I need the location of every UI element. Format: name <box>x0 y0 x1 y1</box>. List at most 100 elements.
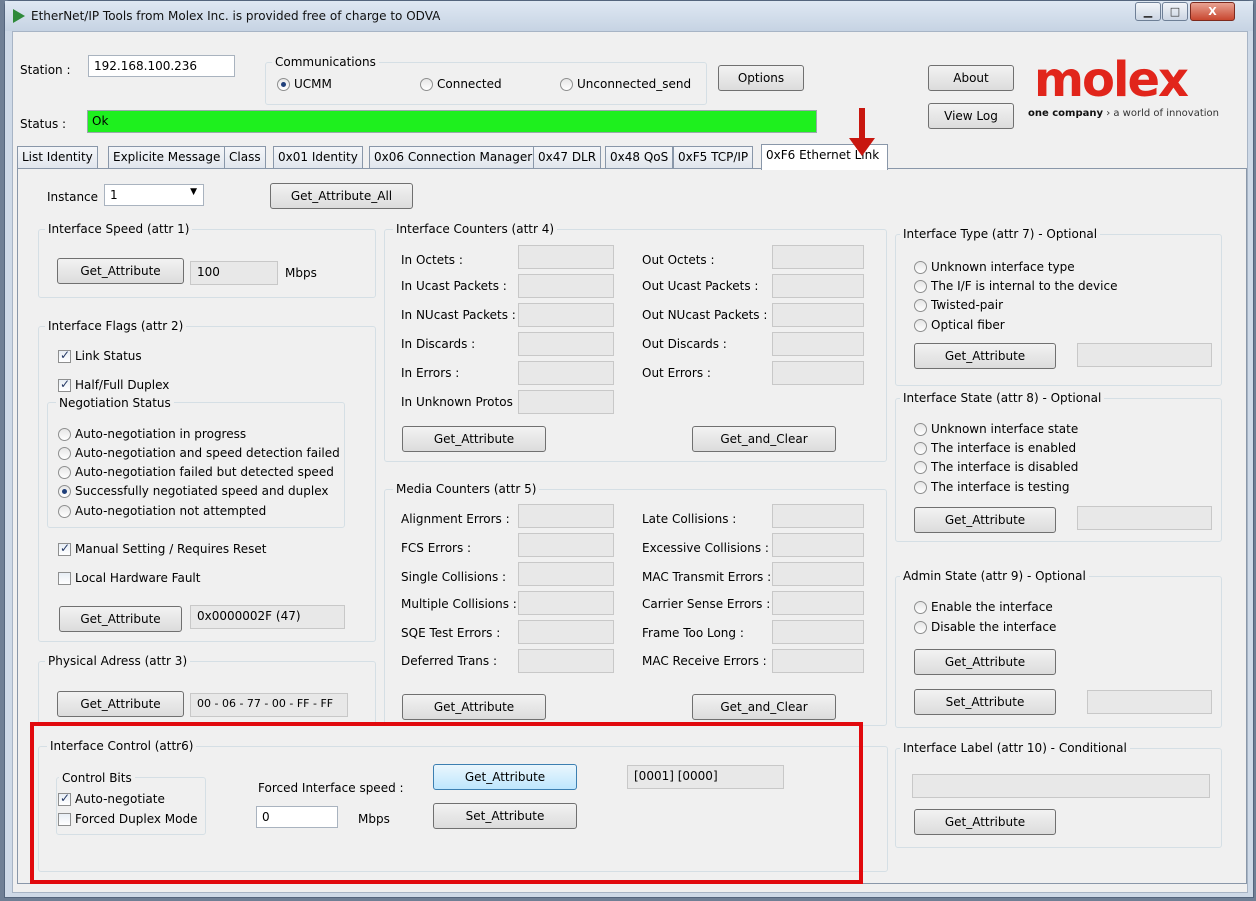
neg-option-3[interactable]: Successfully negotiated speed and duplex <box>58 484 328 498</box>
counter-value <box>772 649 864 673</box>
counter-label: Carrier Sense Errors : <box>642 597 771 611</box>
radio-connected[interactable]: Connected <box>420 77 502 91</box>
tab-class[interactable]: Class <box>224 146 266 168</box>
radio-label: UCMM <box>294 77 332 91</box>
phys-get-attribute-button[interactable]: Get_Attribute <box>57 691 184 717</box>
instance-select[interactable]: 1 ▼ <box>104 184 204 206</box>
type-option-2[interactable]: Twisted-pair <box>914 298 1003 312</box>
radio-label: The interface is testing <box>931 480 1070 494</box>
counter-value <box>518 504 614 528</box>
counter-label: FCS Errors : <box>401 541 472 555</box>
neg-option-1[interactable]: Auto-negotiation and speed detection fai… <box>58 446 340 460</box>
maximize-button[interactable]: □ <box>1162 2 1188 21</box>
radio-icon <box>914 600 927 614</box>
checkbox-label: Half/Full Duplex <box>75 378 170 392</box>
speed-unit: Mbps <box>285 266 317 280</box>
state-option-3[interactable]: The interface is testing <box>914 480 1069 494</box>
counter-label: SQE Test Errors : <box>401 626 501 640</box>
counters-get-and-clear-button[interactable]: Get_and_Clear <box>692 426 836 452</box>
flags-get-attribute-button[interactable]: Get_Attribute <box>59 606 182 632</box>
view-log-button[interactable]: View Log <box>928 103 1014 129</box>
group-title: Interface State (attr 8) - Optional <box>900 391 1105 405</box>
get-attribute-all-button[interactable]: Get_Attribute_All <box>270 183 413 209</box>
tab-list-identity[interactable]: List Identity <box>17 146 98 168</box>
counter-value <box>518 533 614 557</box>
type-option-3[interactable]: Optical fiber <box>914 318 1005 332</box>
radio-unconnected-send[interactable]: Unconnected_send <box>560 77 691 91</box>
duplex-checkbox[interactable]: Half/Full Duplex <box>58 377 170 392</box>
counter-label: In Errors : <box>401 366 460 380</box>
station-label: Station : <box>20 63 71 77</box>
checkbox-icon <box>58 348 71 363</box>
close-button[interactable]: X <box>1190 2 1235 21</box>
tab-qos[interactable]: 0x48 QoS <box>605 146 674 168</box>
counter-label: Frame Too Long : <box>642 626 744 640</box>
group-title: Media Counters (attr 5) <box>393 482 540 496</box>
radio-ucmm[interactable]: UCMM <box>277 77 332 91</box>
label-get-attribute-button[interactable]: Get_Attribute <box>914 809 1056 835</box>
counter-value <box>518 361 614 385</box>
checkbox-label: Local Hardware Fault <box>75 571 201 585</box>
group-title: Physical Adress (attr 3) <box>45 654 191 668</box>
neg-option-0[interactable]: Auto-negotiation in progress <box>58 427 246 441</box>
type-value <box>1077 343 1212 367</box>
options-button[interactable]: Options <box>718 65 804 91</box>
counter-value <box>772 504 864 528</box>
radio-icon <box>58 465 71 479</box>
counter-label: MAC Transmit Errors : <box>642 570 772 584</box>
tab-dlr[interactable]: 0x47 DLR <box>533 146 602 168</box>
media-get-and-clear-button[interactable]: Get_and_Clear <box>692 694 836 720</box>
counter-value <box>772 361 864 385</box>
counter-label: Out Errors : <box>642 366 711 380</box>
speed-value: 100 <box>190 261 278 285</box>
tab-identity[interactable]: 0x01 Identity <box>273 146 363 168</box>
type-get-attribute-button[interactable]: Get_Attribute <box>914 343 1056 369</box>
link-status-checkbox[interactable]: Link Status <box>58 348 142 363</box>
checkbox-icon <box>58 571 71 585</box>
tab-tcp-ip[interactable]: 0xF5 TCP/IP <box>673 146 754 168</box>
tab-connection-manager[interactable]: 0x06 Connection Manager <box>369 146 538 168</box>
radio-icon <box>914 422 927 436</box>
chevron-down-icon: ▼ <box>190 187 197 197</box>
state-option-0[interactable]: Unknown interface state <box>914 422 1078 436</box>
state-option-1[interactable]: The interface is enabled <box>914 441 1076 455</box>
neg-option-2[interactable]: Auto-negotiation failed but detected spe… <box>58 465 334 479</box>
counter-value <box>772 303 864 327</box>
admin-option-1[interactable]: Disable the interface <box>914 620 1056 634</box>
radio-icon <box>914 480 927 494</box>
neg-option-4[interactable]: Auto-negotiation not attempted <box>58 504 266 518</box>
counter-value <box>518 591 614 615</box>
counter-value <box>772 245 864 269</box>
admin-set-attribute-button[interactable]: Set_Attribute <box>914 689 1056 715</box>
phys-value: 00 - 06 - 77 - 00 - FF - FF <box>190 693 348 717</box>
group-title: Admin State (attr 9) - Optional <box>900 569 1089 583</box>
type-option-0[interactable]: Unknown interface type <box>914 260 1075 274</box>
tab-explicite-message[interactable]: Explicite Message <box>108 146 226 168</box>
manual-setting-checkbox[interactable]: Manual Setting / Requires Reset <box>58 541 266 556</box>
radio-label: Twisted-pair <box>931 298 1004 312</box>
counter-label: Deferred Trans : <box>401 654 498 668</box>
state-get-attribute-button[interactable]: Get_Attribute <box>914 507 1056 533</box>
hw-fault-checkbox[interactable]: Local Hardware Fault <box>58 571 200 585</box>
counter-label: Late Collisions : <box>642 512 737 526</box>
media-get-attribute-button[interactable]: Get_Attribute <box>402 694 546 720</box>
state-option-2[interactable]: The interface is disabled <box>914 460 1078 474</box>
state-value <box>1077 506 1212 530</box>
radio-label: Unknown interface type <box>931 260 1075 274</box>
type-option-1[interactable]: The I/F is internal to the device <box>914 279 1117 293</box>
speed-get-attribute-button[interactable]: Get_Attribute <box>57 258 184 284</box>
radio-icon <box>58 484 71 498</box>
counters-get-attribute-button[interactable]: Get_Attribute <box>402 426 546 452</box>
instance-label: Instance <box>47 190 99 204</box>
counter-label: Excessive Collisions : <box>642 541 769 555</box>
admin-get-attribute-button[interactable]: Get_Attribute <box>914 649 1056 675</box>
station-input[interactable]: 192.168.100.236 <box>88 55 235 77</box>
counter-value <box>772 620 864 644</box>
radio-label: The I/F is internal to the device <box>931 279 1118 293</box>
status-field: Ok <box>87 110 817 133</box>
about-button[interactable]: About <box>928 65 1014 91</box>
admin-option-0[interactable]: Enable the interface <box>914 600 1053 614</box>
radio-icon <box>914 298 927 312</box>
minimize-button[interactable]: ▁ <box>1135 2 1161 21</box>
radio-label: Unknown interface state <box>931 422 1079 436</box>
